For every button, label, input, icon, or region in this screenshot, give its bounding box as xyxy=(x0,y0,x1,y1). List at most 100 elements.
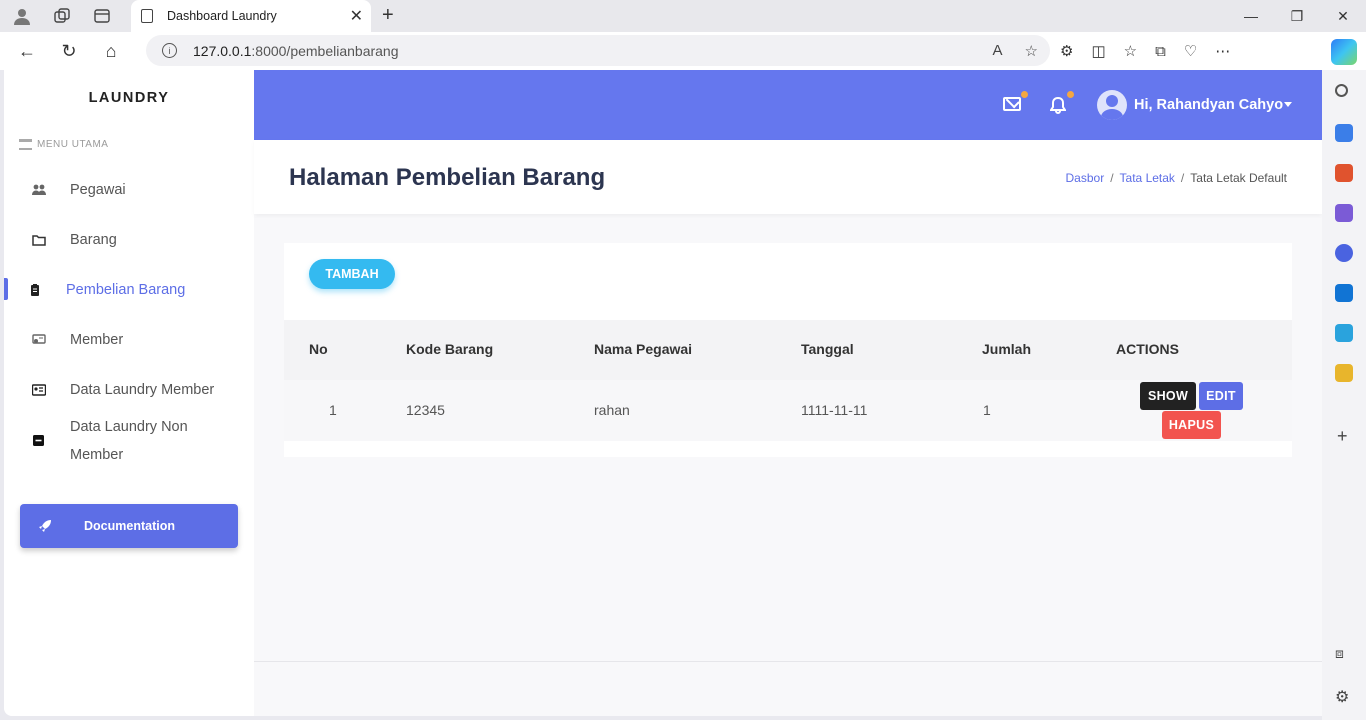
rocket-icon xyxy=(39,520,51,532)
brand-logo[interactable]: LAUNDRY xyxy=(4,90,254,106)
sidebar-item-member[interactable]: Member xyxy=(4,320,254,360)
read-aloud-icon[interactable]: A xyxy=(993,42,1003,60)
page-icon xyxy=(141,9,153,23)
refresh-icon[interactable]: ↻ xyxy=(54,36,84,66)
avatar[interactable] xyxy=(1097,90,1127,120)
bank-icon xyxy=(19,139,32,150)
favorites-icon[interactable]: ☆ xyxy=(1124,42,1137,60)
rewards-icon[interactable] xyxy=(1335,364,1353,382)
tab-actions-icon[interactable] xyxy=(88,2,116,30)
cell-no: 1 xyxy=(329,402,337,418)
user-greeting[interactable]: Hi, Rahandyan Cahyo xyxy=(1134,97,1283,113)
edit-button[interactable]: EDIT xyxy=(1199,382,1243,410)
cell-nama-pegawai: rahan xyxy=(594,402,630,418)
documentation-label: Documentation xyxy=(84,519,175,533)
back-icon[interactable]: ← xyxy=(12,36,42,66)
hapus-button[interactable]: HAPUS xyxy=(1162,411,1221,439)
envelope-icon[interactable] xyxy=(1003,97,1021,111)
telegram-icon[interactable] xyxy=(1335,324,1353,342)
performance-icon[interactable]: ♡ xyxy=(1184,42,1197,60)
menu-heading-label: MENU UTAMA xyxy=(37,139,109,150)
copilot-icon[interactable] xyxy=(1331,39,1357,65)
breadcrumb: Dasbor / Tata Letak / Tata Letak Default xyxy=(1066,171,1287,185)
table-header: No Kode Barang Nama Pegawai Tanggal Juml… xyxy=(284,320,1292,380)
show-button[interactable]: SHOW xyxy=(1140,382,1196,410)
caret-down-icon[interactable] xyxy=(1284,102,1292,107)
tab-title: Dashboard Laundry xyxy=(167,9,277,23)
breadcrumb-current: Tata Letak Default xyxy=(1190,171,1287,185)
home-icon[interactable]: ⌂ xyxy=(96,36,126,66)
window-controls: — ❐ ✕ xyxy=(1228,0,1366,32)
table-row: 1 12345 rahan 1111-11-11 1 SHOW EDIT HAP… xyxy=(284,380,1292,441)
m365-icon[interactable] xyxy=(1335,244,1353,262)
extensions-icon[interactable]: ⚙ xyxy=(1060,42,1073,60)
column-header-actions: ACTIONS xyxy=(1116,341,1179,357)
sidebar-item-data-laundry-member[interactable]: Data Laundry Member xyxy=(4,370,254,410)
games-icon[interactable] xyxy=(1335,204,1353,222)
sidebar-item-data-laundry-non-member[interactable]: Data Laundry Non Member xyxy=(4,412,254,470)
browser-toolbar: ← ↻ ⌂ i 127.0.0.1:8000/pembelianbarang A… xyxy=(0,32,1366,70)
sidebar-item-label: Pembelian Barang xyxy=(66,282,186,298)
cell-jumlah: 1 xyxy=(983,402,991,418)
restore-icon[interactable]: ❐ xyxy=(1274,8,1320,25)
add-sidebar-icon[interactable]: + xyxy=(1337,426,1348,447)
url-host: 127.0.0.1 xyxy=(193,42,252,59)
sidebar-item-label: Data Laundry Member xyxy=(70,382,215,398)
breadcrumb-separator: / xyxy=(1180,171,1185,185)
id-card-icon xyxy=(32,384,46,396)
workspaces-icon[interactable] xyxy=(48,2,76,30)
folder-icon xyxy=(32,235,46,246)
tambah-button[interactable]: TAMBAH xyxy=(309,259,395,289)
search-icon[interactable] xyxy=(1335,84,1348,97)
clipboard-icon xyxy=(31,284,39,296)
url-path: :8000/pembelianbarang xyxy=(251,42,399,59)
page-title: Halaman Pembelian Barang xyxy=(289,164,606,191)
notification-badge xyxy=(1067,91,1074,98)
cell-tanggal: 1111-11-11 xyxy=(801,402,868,418)
topbar: Hi, Rahandyan Cahyo xyxy=(254,70,1322,140)
favorite-star-icon[interactable]: ☆ xyxy=(1025,42,1038,60)
sidebar-item-barang[interactable]: Barang xyxy=(4,220,254,260)
bell-icon[interactable] xyxy=(1050,96,1066,114)
sidebar: LAUNDRY MENU UTAMA Pegawai Barang Pembel… xyxy=(4,70,254,716)
column-header-nama-pegawai: Nama Pegawai xyxy=(594,341,693,357)
footer-divider xyxy=(254,661,1322,662)
minimize-icon[interactable]: — xyxy=(1228,8,1274,24)
column-header-tanggal: Tanggal xyxy=(801,341,854,357)
browser-tab[interactable]: Dashboard Laundry ✕ xyxy=(131,0,371,32)
users-icon xyxy=(32,184,46,195)
address-bar[interactable]: i 127.0.0.1:8000/pembelianbarang A ☆ xyxy=(146,35,1050,66)
minus-square-icon xyxy=(33,435,44,446)
column-header-jumlah: Jumlah xyxy=(982,341,1032,357)
column-header-kode-barang: Kode Barang xyxy=(406,341,494,357)
sidebar-item-pembelian-barang[interactable]: Pembelian Barang xyxy=(4,270,254,310)
site-info-icon[interactable]: i xyxy=(162,43,177,58)
message-badge xyxy=(1021,91,1028,98)
settings-icon[interactable]: ⚙ xyxy=(1335,687,1349,707)
sidebar-item-pegawai[interactable]: Pegawai xyxy=(4,170,254,210)
sidebar-item-label: Data Laundry Non Member xyxy=(70,419,188,463)
outlook-icon[interactable] xyxy=(1335,284,1353,302)
more-menu-icon[interactable]: ⋯ xyxy=(1215,42,1230,60)
profile-icon[interactable] xyxy=(8,2,36,30)
tools-icon[interactable] xyxy=(1335,164,1353,182)
edge-sidebar: + ⧈ ⚙ xyxy=(1322,70,1366,720)
new-tab-icon[interactable]: + xyxy=(382,4,394,27)
menu-heading: MENU UTAMA xyxy=(19,139,108,150)
breadcrumb-separator: / xyxy=(1110,171,1114,185)
split-screen-icon[interactable]: ◫ xyxy=(1091,42,1105,60)
data-card: TAMBAH No Kode Barang Nama Pegawai Tangg… xyxy=(284,243,1292,457)
breadcrumb-tata-letak[interactable]: Tata Letak xyxy=(1120,171,1175,185)
cell-kode-barang: 12345 xyxy=(406,402,445,418)
documentation-button[interactable]: Documentation xyxy=(20,504,238,548)
close-tab-icon[interactable]: ✕ xyxy=(350,6,363,26)
screenshot-icon[interactable]: ⧈ xyxy=(1335,645,1344,662)
collections-icon[interactable]: ⧉ xyxy=(1155,43,1166,60)
close-window-icon[interactable]: ✕ xyxy=(1320,8,1366,25)
shopping-tag-icon[interactable] xyxy=(1335,124,1353,142)
page-viewport: LAUNDRY MENU UTAMA Pegawai Barang Pembel… xyxy=(4,70,1322,716)
breadcrumb-dasbor[interactable]: Dasbor xyxy=(1066,171,1105,185)
column-header-no: No xyxy=(309,341,328,357)
page-header: Halaman Pembelian Barang Dasbor / Tata Let… xyxy=(254,140,1322,214)
sidebar-item-label: Member xyxy=(70,332,124,348)
